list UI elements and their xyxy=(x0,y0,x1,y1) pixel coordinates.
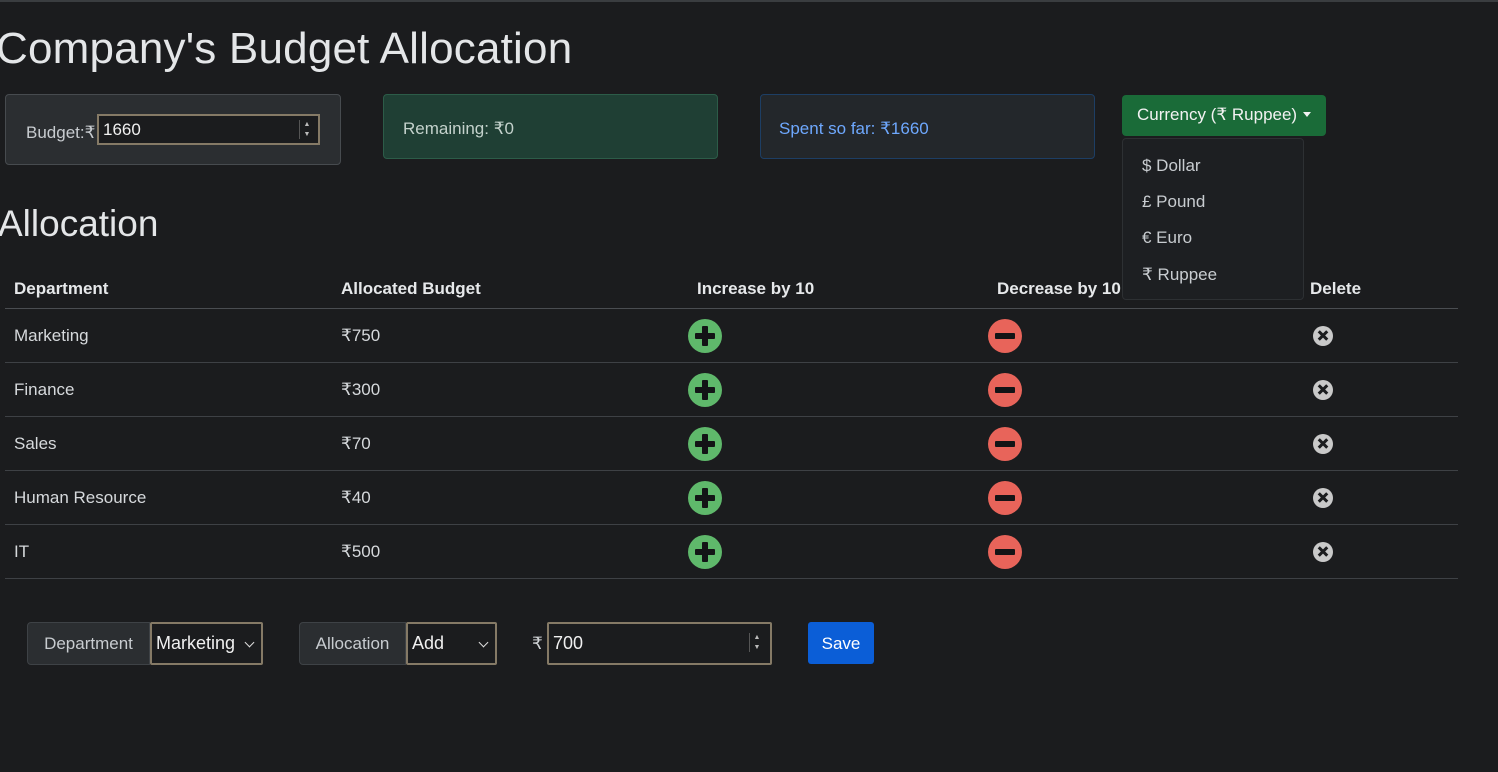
header-increase: Increase by 10 xyxy=(688,270,988,309)
spent-text: Spent so far: ₹1660 xyxy=(779,119,929,138)
plus-circle-icon[interactable] xyxy=(688,318,722,353)
x-circle-icon[interactable] xyxy=(1313,325,1333,346)
allocation-table: Department Allocated Budget Increase by … xyxy=(5,270,1458,579)
currency-dropdown-button[interactable]: Currency (₹ Ruppee) xyxy=(1122,95,1326,136)
x-circle-icon[interactable] xyxy=(1313,379,1333,400)
table-row: Sales ₹70 xyxy=(5,416,1458,471)
minus-circle-icon[interactable] xyxy=(988,426,1022,461)
header-delete: Delete xyxy=(1301,270,1458,309)
chevron-down-icon xyxy=(244,637,255,648)
budget-label: Budget:₹ xyxy=(26,123,96,142)
department-cell: Sales xyxy=(5,416,332,471)
table-row: Finance ₹300 xyxy=(5,362,1458,417)
spinner-up-icon[interactable]: ▲ xyxy=(754,634,761,641)
minus-circle-icon[interactable] xyxy=(988,534,1022,569)
budget-cell: ₹500 xyxy=(332,524,688,579)
top-border xyxy=(0,0,1498,2)
save-button[interactable]: Save xyxy=(808,622,874,664)
table-row: Marketing ₹750 xyxy=(5,308,1458,363)
header-department: Department xyxy=(5,270,332,309)
currency-option-pound[interactable]: £ Pound xyxy=(1142,192,1205,212)
budget-input[interactable]: 1660 ▲ ▼ xyxy=(97,114,320,145)
budget-card: Budget:₹ 1660 ▲ ▼ xyxy=(5,94,341,165)
header-allocated-budget: Allocated Budget xyxy=(332,270,688,309)
x-circle-icon[interactable] xyxy=(1313,487,1333,508)
header-decrease: Decrease by 10 xyxy=(988,270,1301,309)
spent-card: Spent so far: ₹1660 xyxy=(760,94,1095,159)
amount-input[interactable]: 700 ▲ ▼ xyxy=(547,622,772,665)
budget-cell: ₹40 xyxy=(332,470,688,525)
page-title: Company's Budget Allocation xyxy=(0,24,573,73)
budget-cell: ₹750 xyxy=(332,308,688,363)
budget-cell: ₹300 xyxy=(332,362,688,417)
spinner-up-icon[interactable]: ▲ xyxy=(304,121,311,128)
spinner-down-icon[interactable]: ▼ xyxy=(754,644,761,651)
x-circle-icon[interactable] xyxy=(1313,433,1333,454)
currency-option-euro[interactable]: € Euro xyxy=(1142,228,1192,248)
plus-circle-icon[interactable] xyxy=(688,534,722,569)
department-select[interactable]: Marketing xyxy=(150,622,263,665)
spinner-down-icon[interactable]: ▼ xyxy=(304,131,311,138)
allocation-select-value: Add xyxy=(412,633,445,653)
remaining-text: Remaining: ₹0 xyxy=(403,119,514,138)
caret-down-icon xyxy=(1303,112,1312,117)
chevron-down-icon xyxy=(478,637,489,648)
department-cell: Finance xyxy=(5,362,332,417)
allocation-label: Allocation xyxy=(299,622,406,665)
minus-circle-icon[interactable] xyxy=(988,480,1022,515)
budget-cell: ₹70 xyxy=(332,416,688,471)
x-circle-icon[interactable] xyxy=(1313,541,1333,562)
amount-spinner[interactable]: ▲ ▼ xyxy=(749,633,764,652)
table-header-row: Department Allocated Budget Increase by … xyxy=(5,270,1458,309)
currency-option-dollar[interactable]: $ Dollar xyxy=(1142,156,1201,176)
allocation-select[interactable]: Add xyxy=(406,622,497,665)
plus-circle-icon[interactable] xyxy=(688,480,722,515)
table-row: IT ₹500 xyxy=(5,524,1458,579)
currency-button-label: Currency (₹ Ruppee) xyxy=(1137,105,1298,124)
allocation-heading: Allocation xyxy=(0,203,159,244)
minus-circle-icon[interactable] xyxy=(988,318,1022,353)
budget-spinner[interactable]: ▲ ▼ xyxy=(299,120,314,139)
currency-symbol: ₹ xyxy=(532,634,543,653)
budget-value: 1660 xyxy=(103,120,141,139)
table-row: Human Resource ₹40 xyxy=(5,470,1458,525)
department-select-value: Marketing xyxy=(156,633,236,653)
remaining-card: Remaining: ₹0 xyxy=(383,94,718,159)
plus-circle-icon[interactable] xyxy=(688,372,722,407)
department-cell: IT xyxy=(5,524,332,579)
department-label: Department xyxy=(27,622,150,665)
department-cell: Marketing xyxy=(5,308,332,363)
minus-circle-icon[interactable] xyxy=(988,372,1022,407)
amount-value: 700 xyxy=(553,633,584,653)
plus-circle-icon[interactable] xyxy=(688,426,722,461)
department-cell: Human Resource xyxy=(5,470,332,525)
